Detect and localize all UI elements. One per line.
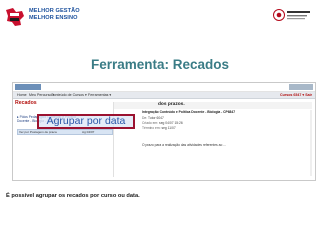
author-label: De:: [142, 116, 148, 120]
author-value: Tutor 6047: [148, 116, 164, 120]
menu-ferramentas[interactable]: Ferramentas ▾: [88, 93, 111, 97]
message-title: dos prazos.: [158, 102, 185, 107]
page-label: Recados: [15, 100, 37, 106]
logo-line-1: MELHOR GESTÃO: [29, 8, 80, 14]
app-brand-logo: [15, 84, 41, 90]
ends-label: Término em:: [142, 126, 161, 130]
logo-line-2: MELHOR ENSINO: [29, 15, 78, 21]
created-label: Criado em:: [142, 121, 159, 125]
logo: MELHOR GESTÃO MELHOR ENSINO: [4, 5, 84, 29]
group-by-date-callout: Agrupar por data: [37, 114, 135, 129]
government-seal-icon: [273, 9, 310, 21]
message-created-row: Criado em: seg 04/07 15:26: [142, 121, 183, 125]
slide-title: Ferramenta: Recados: [90, 57, 230, 72]
menu-home[interactable]: Home: [17, 93, 27, 97]
message-header-bg: [114, 102, 312, 109]
logo-text: MELHOR GESTÃO MELHOR ENSINO: [29, 8, 80, 22]
created-value: seg 04/07 15:26: [159, 121, 183, 125]
message-course: Integração Conteúdo e Política Docente -…: [142, 110, 236, 114]
message-detail-panel: dos prazos. Integração Conteúdo e Políti…: [113, 102, 312, 177]
courses-menu[interactable]: Cursos 6547 ▾ Sair: [280, 93, 312, 97]
selected-row-title: Ver por Postagem de praca: [19, 130, 57, 134]
message-author-row: De: Tutor 6047: [142, 116, 164, 120]
sp-map-icon: [6, 8, 24, 26]
message-ends-row: Término em: seg 11/07: [142, 126, 176, 130]
selected-row-tag: Ag 04/07: [82, 130, 95, 134]
menu-conteudo-de-cursos[interactable]: Conteúdo de Cursos ▾: [51, 93, 87, 97]
gov-banner: [289, 84, 313, 90]
ends-value: seg 11/07: [161, 126, 176, 130]
scrollbar[interactable]: [310, 110, 312, 176]
menu-bar: Home Meu Percurso ▾ Conteúdo de Cursos ▾…: [13, 92, 315, 99]
app-screenshot: Home Meu Percurso ▾ Conteúdo de Cursos ▾…: [12, 82, 316, 181]
message-body: O prazo para a realização das atividades…: [142, 143, 226, 147]
slide-caption: É possível agrupar os recados por curso …: [6, 193, 140, 199]
selected-message-row[interactable]: Ver por Postagem de praca Ag 04/07: [17, 129, 113, 135]
app-top-strip: [13, 83, 315, 92]
